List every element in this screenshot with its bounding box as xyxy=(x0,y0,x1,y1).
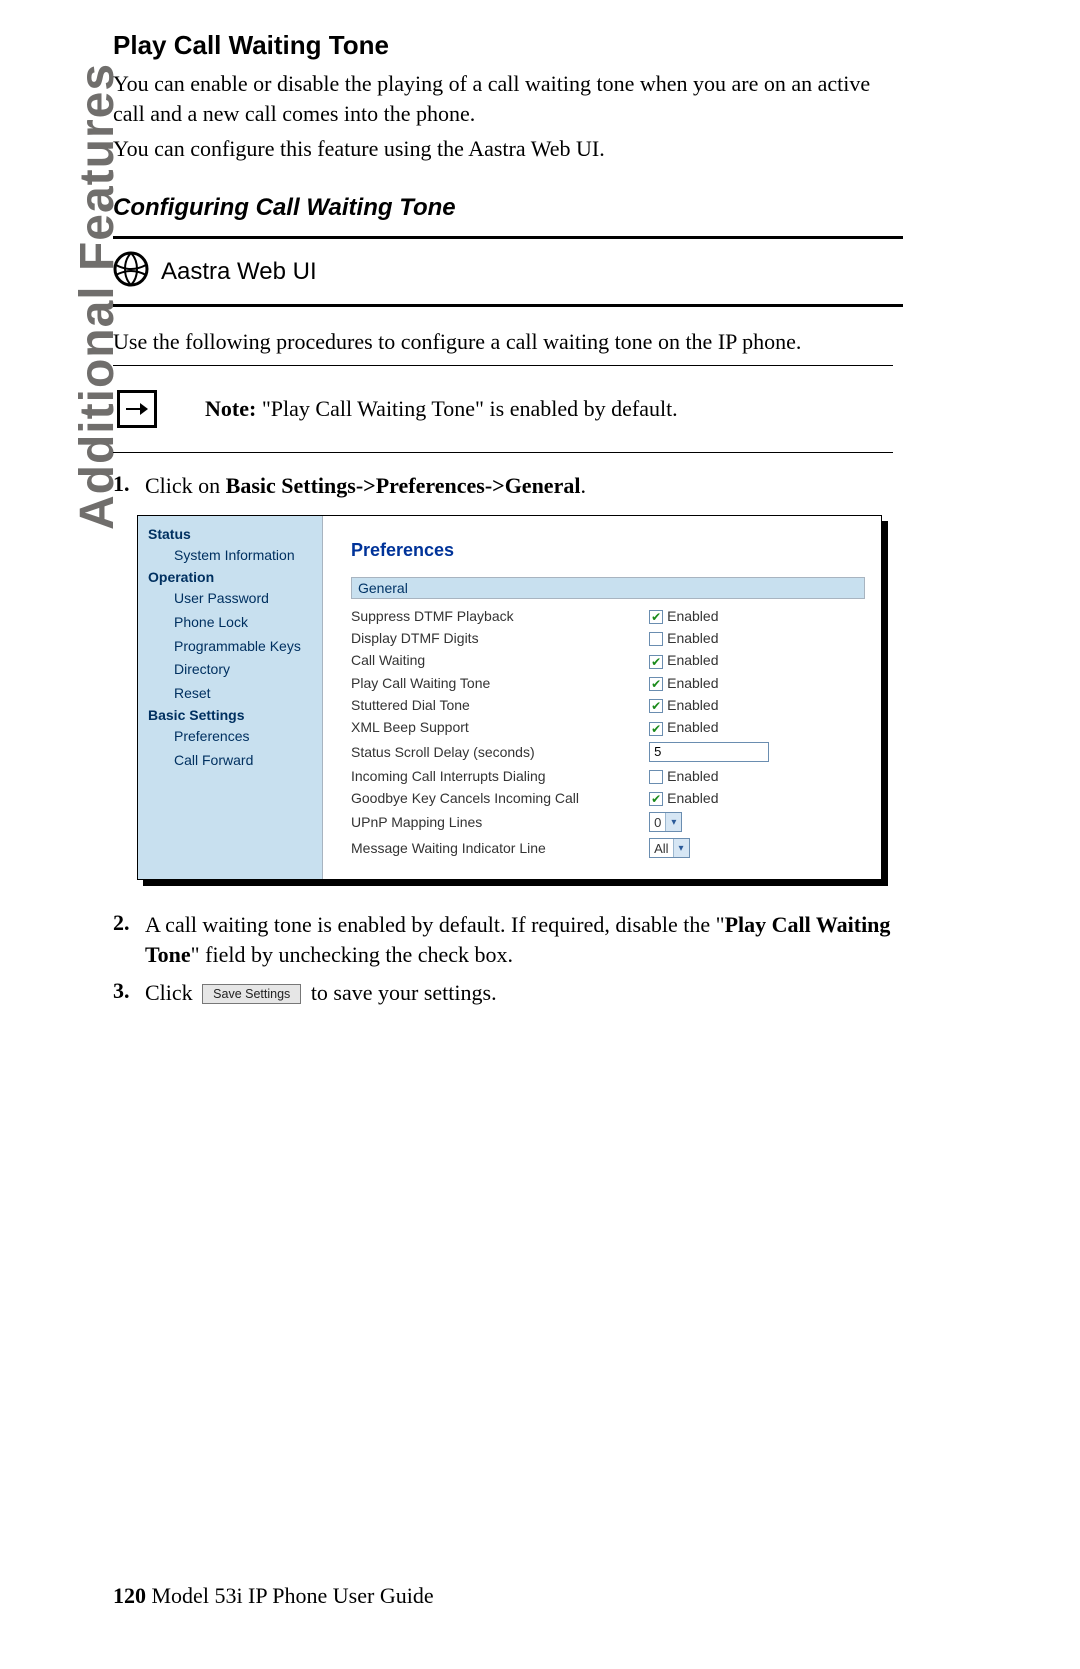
step-3: 3. Click Save Settings to save your sett… xyxy=(113,978,903,1008)
pref-row-upnp: UPnP Mapping Lines 0▾ xyxy=(351,809,865,835)
nav-item-phone-lock[interactable]: Phone Lock xyxy=(138,611,322,635)
pref-row-xml-beep: XML Beep Support ✔ Enabled xyxy=(351,716,865,738)
step-number: 1. xyxy=(113,471,139,501)
step-text: Click Save Settings to save your setting… xyxy=(145,978,903,1008)
checkbox-stuttered-dial[interactable]: ✔ xyxy=(649,699,663,713)
pref-row-incoming-interrupt: Incoming Call Interrupts Dialing Enabled xyxy=(351,765,865,787)
checkbox-xml-beep[interactable]: ✔ xyxy=(649,722,663,736)
pref-label: Status Scroll Delay (seconds) xyxy=(351,739,649,765)
pref-label: UPnP Mapping Lines xyxy=(351,809,649,835)
nav-heading-status[interactable]: Status xyxy=(138,524,322,544)
section-header-general: General xyxy=(351,577,865,599)
pref-row-mwi-line: Message Waiting Indicator Line All▾ xyxy=(351,835,865,861)
note-text: Note: "Play Call Waiting Tone" is enable… xyxy=(205,390,678,422)
checkbox-call-waiting[interactable]: ✔ xyxy=(649,655,663,669)
checkbox-goodbye-cancel[interactable]: ✔ xyxy=(649,792,663,806)
nav-item-reset[interactable]: Reset xyxy=(138,682,322,706)
pref-label: Incoming Call Interrupts Dialing xyxy=(351,765,649,787)
divider xyxy=(113,304,903,307)
globe-icon xyxy=(113,251,149,292)
enabled-label: Enabled xyxy=(667,719,718,735)
pref-label: Goodbye Key Cancels Incoming Call xyxy=(351,787,649,809)
nav-heading-operation[interactable]: Operation xyxy=(138,567,322,587)
enabled-label: Enabled xyxy=(667,768,718,784)
enabled-label: Enabled xyxy=(667,675,718,691)
section-subtitle: Configuring Call Waiting Tone xyxy=(113,194,903,222)
pref-row-play-cw-tone: Play Call Waiting Tone ✔ Enabled xyxy=(351,672,865,694)
step-2: 2. A call waiting tone is enabled by def… xyxy=(113,910,903,969)
pref-row-call-waiting: Call Waiting ✔ Enabled xyxy=(351,649,865,671)
checkbox-play-cw-tone[interactable]: ✔ xyxy=(649,677,663,691)
nav-item-directory[interactable]: Directory xyxy=(138,658,322,682)
checkbox-suppress-dtmf[interactable]: ✔ xyxy=(649,610,663,624)
paragraph: You can enable or disable the playing of… xyxy=(113,69,903,128)
pref-row-suppress-dtmf: Suppress DTMF Playback ✔ Enabled xyxy=(351,605,865,627)
page-number: 120 xyxy=(113,1583,146,1608)
pref-label: Message Waiting Indicator Line xyxy=(351,835,649,861)
select-mwi-line[interactable]: All▾ xyxy=(649,838,689,858)
nav-heading-basic-settings[interactable]: Basic Settings xyxy=(138,705,322,725)
page-title: Play Call Waiting Tone xyxy=(113,30,903,61)
pref-row-display-dtmf: Display DTMF Digits Enabled xyxy=(351,627,865,649)
web-ui-header: Aastra Web UI xyxy=(113,239,903,304)
divider xyxy=(113,365,893,366)
preferences-table: Suppress DTMF Playback ✔ Enabled Display … xyxy=(351,605,865,861)
divider xyxy=(113,452,893,453)
pref-row-goodbye-cancel: Goodbye Key Cancels Incoming Call ✔ Enabl… xyxy=(351,787,865,809)
enabled-label: Enabled xyxy=(667,608,718,624)
nav-item-call-forward[interactable]: Call Forward xyxy=(138,749,322,773)
select-upnp[interactable]: 0▾ xyxy=(649,812,682,832)
pref-label: Call Waiting xyxy=(351,649,649,671)
arrow-right-icon xyxy=(117,390,157,428)
intro-text: Use the following procedures to configur… xyxy=(113,329,903,355)
chevron-down-icon: ▾ xyxy=(673,839,689,857)
footer-title: Model 53i IP Phone User Guide xyxy=(146,1583,434,1608)
step-1: 1. Click on Basic Settings->Preferences-… xyxy=(113,471,903,501)
nav-item-programmable-keys[interactable]: Programmable Keys xyxy=(138,635,322,659)
enabled-label: Enabled xyxy=(667,630,718,646)
pref-row-stuttered-dial: Stuttered Dial Tone ✔ Enabled xyxy=(351,694,865,716)
note-body: "Play Call Waiting Tone" is enabled by d… xyxy=(256,396,677,421)
nav-item-user-password[interactable]: User Password xyxy=(138,587,322,611)
save-settings-button[interactable]: Save Settings xyxy=(202,984,301,1005)
chevron-down-icon: ▾ xyxy=(665,813,681,831)
embedded-screenshot: Status System Information Operation User… xyxy=(137,515,882,880)
nav-item-system-info[interactable]: System Information xyxy=(138,544,322,568)
web-ui-label: Aastra Web UI xyxy=(161,258,317,286)
step-text: A call waiting tone is enabled by defaul… xyxy=(145,910,903,969)
nav-item-preferences[interactable]: Preferences xyxy=(138,725,322,749)
panel-title: Preferences xyxy=(351,540,865,561)
checkbox-incoming-interrupt[interactable] xyxy=(649,770,663,784)
pref-label: Stuttered Dial Tone xyxy=(351,694,649,716)
page-content: Play Call Waiting Tone You can enable or… xyxy=(113,30,903,1013)
page-footer: 120 Model 53i IP Phone User Guide xyxy=(113,1583,434,1609)
input-scroll-delay[interactable] xyxy=(649,742,769,762)
step-text: Click on Basic Settings->Preferences->Ge… xyxy=(145,471,903,501)
pref-label: Display DTMF Digits xyxy=(351,627,649,649)
nav-sidebar: Status System Information Operation User… xyxy=(138,516,323,879)
enabled-label: Enabled xyxy=(667,697,718,713)
enabled-label: Enabled xyxy=(667,652,718,668)
checkbox-display-dtmf[interactable] xyxy=(649,632,663,646)
step-list-cont: 2. A call waiting tone is enabled by def… xyxy=(113,910,903,1007)
pref-label: Play Call Waiting Tone xyxy=(351,672,649,694)
step-number: 2. xyxy=(113,910,139,969)
paragraph: You can configure this feature using the… xyxy=(113,134,903,164)
note-label: Note: xyxy=(205,396,256,421)
preferences-panel: Preferences General Suppress DTMF Playba… xyxy=(323,516,881,879)
pref-row-scroll-delay: Status Scroll Delay (seconds) xyxy=(351,739,865,765)
pref-label: XML Beep Support xyxy=(351,716,649,738)
step-list: 1. Click on Basic Settings->Preferences-… xyxy=(113,471,903,501)
step-number: 3. xyxy=(113,978,139,1008)
note-block: Note: "Play Call Waiting Tone" is enable… xyxy=(113,390,903,428)
enabled-label: Enabled xyxy=(667,790,718,806)
pref-label: Suppress DTMF Playback xyxy=(351,605,649,627)
